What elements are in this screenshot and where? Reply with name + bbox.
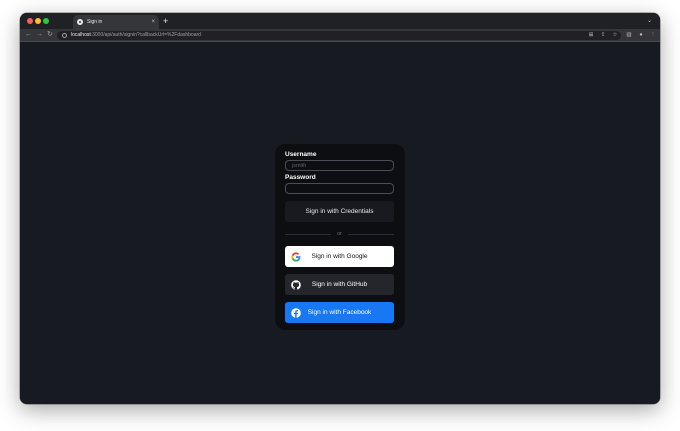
minimize-window-button[interactable]	[35, 18, 41, 24]
profile-icon[interactable]: ●	[638, 32, 644, 38]
url-path: :3000/api/auth/signin?callbackUrl=%2Fdas…	[90, 32, 201, 39]
site-info-icon[interactable]	[62, 32, 67, 38]
tab-title: Sign in	[87, 19, 103, 25]
google-button-label: Sign in with Google	[311, 253, 368, 260]
facebook-button-label: Sign in with Facebook	[307, 309, 372, 316]
url-text[interactable]: localhost:3000/api/auth/signin?callbackU…	[71, 32, 201, 38]
password-input[interactable]	[285, 183, 394, 194]
browser-tab-signin[interactable]: Sign in ×	[73, 15, 159, 29]
close-window-button[interactable]	[27, 18, 33, 24]
tab-search-icon[interactable]: ⌄	[647, 17, 652, 24]
maximize-window-button[interactable]	[43, 18, 49, 24]
tab-strip: Sign in × + ⌄	[20, 13, 660, 29]
signin-google-button[interactable]: Sign in with Google	[285, 246, 394, 267]
bookmark-star-icon[interactable]: ☆	[612, 32, 618, 38]
or-divider: or	[285, 231, 394, 237]
facebook-icon	[291, 307, 301, 318]
page-content: Username Password Sign in with Credentia…	[20, 43, 660, 404]
forward-arrow-icon[interactable]: →	[36, 31, 43, 39]
signin-credentials-button[interactable]: Sign in with Credentials	[285, 201, 394, 222]
url-host: localhost	[71, 32, 91, 39]
username-input[interactable]	[285, 160, 394, 171]
github-icon	[291, 279, 301, 290]
back-arrow-icon[interactable]: ←	[25, 31, 32, 39]
share-icon[interactable]: ⇪	[600, 32, 606, 38]
browser-toolbar: ← → ↻ localhost:3000/api/auth/signin?cal…	[20, 29, 660, 42]
address-bar[interactable]: localhost:3000/api/auth/signin?callbackU…	[57, 30, 621, 40]
divider-line-right	[348, 234, 394, 235]
password-label: Password	[285, 174, 316, 181]
side-panel-icon[interactable]: ▥	[626, 32, 632, 38]
new-tab-button[interactable]: +	[163, 16, 168, 26]
close-icon[interactable]: ×	[151, 19, 155, 25]
menu-dots-icon[interactable]: ⋮	[650, 32, 656, 38]
signin-card: Username Password Sign in with Credentia…	[275, 144, 405, 330]
translate-icon[interactable]: ⊞	[588, 32, 594, 38]
google-icon	[291, 251, 301, 262]
reload-icon[interactable]: ↻	[47, 31, 53, 39]
github-button-label: Sign in with GitHub	[311, 281, 368, 288]
signin-facebook-button[interactable]: Sign in with Facebook	[285, 302, 394, 323]
browser-window: Sign in × + ⌄ ← → ↻ localhost:3000/api/a…	[20, 13, 660, 404]
username-label: Username	[285, 151, 317, 158]
favicon-icon	[77, 19, 83, 25]
signin-github-button[interactable]: Sign in with GitHub	[285, 274, 394, 295]
